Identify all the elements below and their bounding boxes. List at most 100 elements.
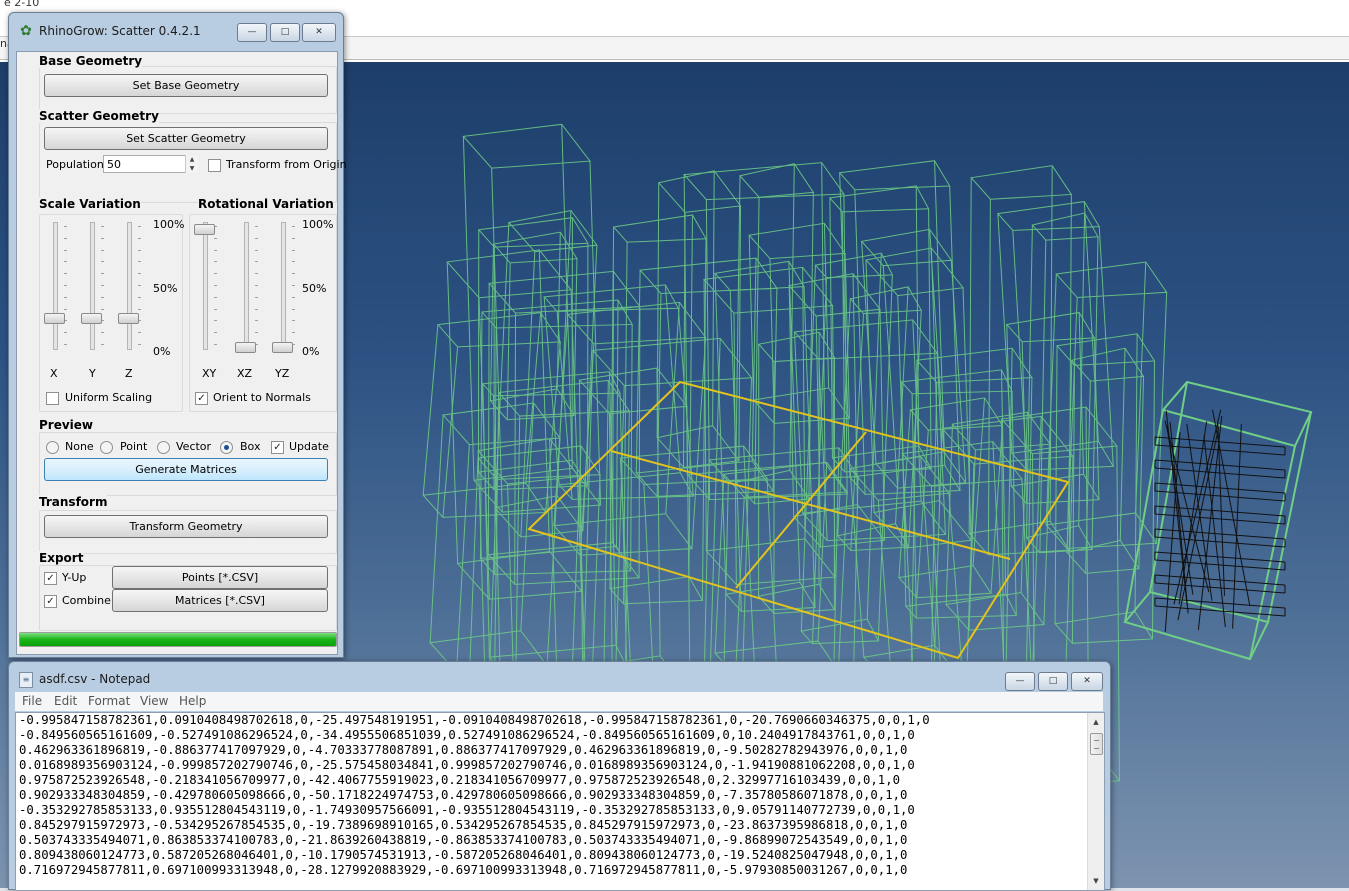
preview-box-wireframe [488,543,639,585]
slider-tick-mark [101,250,104,251]
preview-title: Preview [39,418,93,432]
csv-line: 0.975872523926548,-0.218341056709977,0,-… [19,773,900,787]
slider-tick-mark [101,309,104,310]
preview-point-label: Point [120,440,147,453]
rotation-tick-0: 0% [302,345,319,358]
preview-box-wireframe [1067,540,1139,573]
rotation-xz-slider-thumb[interactable] [235,342,256,353]
slider-tick-mark [138,273,141,274]
preview-box-edge [590,161,601,505]
slider-tick-mark [255,285,258,286]
rhinogrow-client-area: Base Geometry Set Base Geometry Scatter … [16,51,338,655]
progress-bar-fill [20,633,336,646]
preview-point-radio[interactable] [100,441,113,454]
preview-box-edge [991,426,1002,594]
slider-tick-mark [255,320,258,321]
rhinogrow-titlebar[interactable]: ✿ RhinoGrow: Scatter 0.4.2.1 — □ ✕ [9,13,343,51]
scroll-thumb[interactable] [1090,733,1103,755]
notepad-close-button[interactable]: ✕ [1071,672,1103,691]
preview-box-radio[interactable] [220,441,233,454]
menu-view[interactable]: View [140,694,168,708]
preview-box-edge [898,296,906,549]
scale-y-slider-track[interactable] [90,222,95,350]
preview-box-edge [423,325,438,496]
rotation-xy-slider-track[interactable] [203,222,208,350]
export-points-csv-button[interactable]: Points [*.CSV] [112,566,328,589]
preview-box-edge [706,200,709,500]
y-up-checkbox[interactable]: ✓ [44,572,57,585]
rhinogrow-title: RhinoGrow: Scatter 0.4.2.1 [39,24,201,38]
preview-box-edge [838,492,847,671]
close-button[interactable]: ✕ [302,23,336,42]
notepad-text-area[interactable]: -0.995847158782361,0.0910408498702618,0,… [15,712,1105,891]
rotation-xz-slider-track[interactable] [244,222,249,350]
preview-box-label: Box [240,440,260,453]
scale-variation-title: Scale Variation [39,197,141,211]
preview-box-edge [804,287,815,608]
menu-help[interactable]: Help [179,694,206,708]
export-title: Export [39,551,83,565]
preview-none-radio[interactable] [46,441,59,454]
uniform-scaling-checkbox[interactable] [46,392,59,405]
rotation-yz-slider-track[interactable] [281,222,286,350]
population-spinner[interactable]: ▲▼ [185,155,198,173]
preview-box-edge [507,263,510,420]
preview-box-edge [447,262,457,564]
slider-tick-mark [292,297,295,298]
transform-geometry-button[interactable]: Transform Geometry [44,515,328,538]
set-base-geometry-button[interactable]: Set Base Geometry [44,74,328,97]
slider-tick-mark [101,261,104,262]
preview-update-checkbox[interactable]: ✓ [271,441,284,454]
slider-tick-mark [64,285,67,286]
maximize-button[interactable]: □ [270,23,300,42]
rhinogrow-window: ✿ RhinoGrow: Scatter 0.4.2.1 — □ ✕ Base … [8,12,344,658]
menu-file[interactable]: File [22,694,42,708]
notepad-vertical-scrollbar[interactable]: ▲ ▼ [1087,713,1104,890]
combine-checkbox[interactable]: ✓ [44,595,57,608]
scatter-geometry-edge [1155,529,1285,539]
scatter-geometry-edge [1155,606,1285,616]
csv-line: -0.995847158782361,0.0910408498702618,0,… [19,713,930,727]
slider-tick-mark [292,332,295,333]
menu-format[interactable]: Format [88,694,130,708]
preview-box-edge [463,136,474,480]
rotation-yz-slider-thumb[interactable] [272,342,293,353]
minimize-button[interactable]: — [237,23,267,42]
slider-tick-mark [64,238,67,239]
population-input[interactable]: 50 [103,155,198,173]
scroll-up-arrow-icon[interactable]: ▲ [1090,716,1102,728]
slider-tick-mark [64,261,67,262]
set-scatter-geometry-button[interactable]: Set Scatter Geometry [44,127,328,150]
menu-edit[interactable]: Edit [54,694,77,708]
slider-tick-mark [64,332,67,333]
export-matrices-csv-button[interactable]: Matrices [*.CSV] [112,589,328,612]
scatter-geometry-edge [1198,416,1221,630]
preview-vector-radio[interactable] [157,441,170,454]
scale-x-slider-track[interactable] [53,222,58,350]
slider-tick-mark [255,261,258,262]
generate-matrices-button[interactable]: Generate Matrices [44,458,328,481]
rotation-axis-xy-label: XY [202,367,216,380]
preview-none-label: None [65,440,94,453]
notepad-title: asdf.csv - Notepad [39,672,150,686]
scale-z-slider-track[interactable] [127,222,132,350]
scale-x-slider-thumb[interactable] [44,313,65,324]
scroll-down-arrow-icon[interactable]: ▼ [1090,875,1102,887]
transform-from-origin-checkbox[interactable] [208,159,221,172]
orient-to-normals-checkbox[interactable]: ✓ [195,392,208,405]
preview-box-wireframe [971,166,1071,200]
csv-line: 0.845297915972973,-0.534295267854535,0,-… [19,818,907,832]
slider-tick-mark [214,273,217,274]
population-label: Population [46,158,104,171]
preview-box-wireframe [479,218,588,247]
scale-y-slider-thumb[interactable] [81,313,102,324]
notepad-minimize-button[interactable]: — [1005,672,1035,691]
preview-box-edge [470,458,478,673]
notepad-maximize-button[interactable]: □ [1038,672,1068,691]
scale-z-slider-thumb[interactable] [118,313,139,324]
rotation-xy-slider-thumb[interactable] [194,224,215,235]
scatter-geometry-edge [1179,421,1207,604]
slider-tick-mark [255,250,258,251]
slider-tick-mark [138,250,141,251]
preview-box-edge [902,382,906,606]
